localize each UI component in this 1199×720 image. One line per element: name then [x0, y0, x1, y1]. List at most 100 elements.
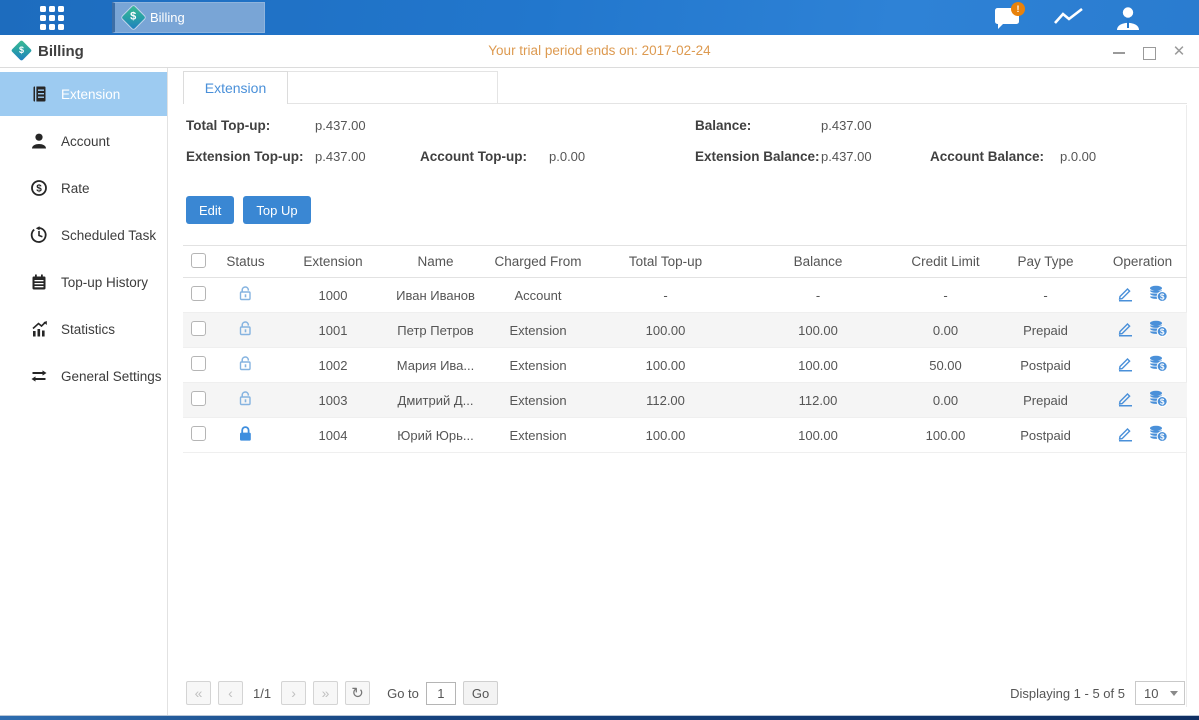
cell-charged-from: Extension	[483, 418, 593, 453]
select-all-checkbox[interactable]	[191, 253, 206, 268]
col-balance: Balance	[738, 246, 898, 278]
table-row: 1003Дмитрий Д...Extension112.00112.000.0…	[183, 383, 1187, 418]
col-credit-limit: Credit Limit	[898, 246, 993, 278]
billing-window: $ Billing Your trial period ends on: 201…	[0, 35, 1199, 716]
billing-summary: Total Top-up: p.437.00 Balance: p.437.00…	[183, 104, 1187, 189]
cell-name: Мария Ива...	[388, 348, 483, 383]
prev-page-button[interactable]: ‹	[218, 681, 243, 705]
topup-row-icon[interactable]: $	[1148, 355, 1168, 375]
monitor-chart-icon[interactable]	[1053, 5, 1087, 31]
goto-label: Go to	[387, 686, 419, 701]
col-charged-from: Charged From	[483, 246, 593, 278]
cell-credit-limit: 50.00	[898, 348, 993, 383]
account-topup-label: Account Top-up:	[420, 149, 527, 164]
pagination-bar: « ‹ 1/1 › » ↻ Go to Go Displaying 1 - 5 …	[183, 681, 1187, 707]
statistics-icon	[30, 320, 48, 338]
cell-pay-type: -	[993, 278, 1098, 313]
sidebar-item-statistics[interactable]: Statistics	[0, 307, 167, 351]
go-button[interactable]: Go	[463, 681, 498, 705]
extensions-table: Status Extension Name Charged From Total…	[183, 245, 1187, 453]
last-page-button[interactable]: »	[313, 681, 338, 705]
topup-row-icon[interactable]: $	[1148, 390, 1168, 410]
next-page-button[interactable]: ›	[281, 681, 306, 705]
minimize-button[interactable]	[1111, 44, 1127, 60]
cell-pay-type: Prepaid	[993, 313, 1098, 348]
topup-row-icon[interactable]: $	[1148, 320, 1168, 340]
cell-total-topup: 100.00	[593, 348, 738, 383]
cell-credit-limit: 100.00	[898, 418, 993, 453]
row-checkbox[interactable]	[191, 356, 206, 371]
svg-text:$: $	[1160, 292, 1165, 301]
cell-total-topup: 100.00	[593, 418, 738, 453]
refresh-icon[interactable]: ↻	[345, 681, 370, 705]
taskbar-tab-label: Billing	[150, 10, 185, 25]
chevron-down-icon	[1170, 691, 1178, 696]
sidebar-item-rate[interactable]: $ Rate	[0, 166, 167, 210]
billing-app-icon: $	[121, 5, 145, 29]
maximize-button[interactable]	[1141, 44, 1157, 60]
page-size-select[interactable]: 10	[1135, 681, 1185, 705]
close-button[interactable]: ✕	[1171, 44, 1187, 60]
row-checkbox[interactable]	[191, 426, 206, 441]
taskbar-tab-billing[interactable]: $ Billing	[112, 2, 265, 33]
account-topup-value: p.0.00	[549, 149, 585, 164]
edit-row-icon[interactable]	[1117, 390, 1134, 410]
topup-row-icon[interactable]: $	[1148, 425, 1168, 445]
cell-balance: 100.00	[738, 348, 898, 383]
trial-notice: Your trial period ends on: 2017-02-24	[0, 43, 1199, 58]
cell-balance: 100.00	[738, 418, 898, 453]
cell-extension: 1000	[278, 278, 388, 313]
app-grid-icon[interactable]	[40, 6, 66, 32]
cell-name: Петр Петров	[388, 313, 483, 348]
locked-status-icon	[237, 430, 254, 445]
extension-balance-value: p.437.00	[821, 149, 872, 164]
goto-page-input[interactable]	[426, 682, 456, 705]
col-name: Name	[388, 246, 483, 278]
edit-button[interactable]: Edit	[186, 196, 234, 224]
edit-row-icon[interactable]	[1117, 355, 1134, 375]
extension-topup-value: p.437.00	[315, 149, 366, 164]
col-status: Status	[213, 246, 278, 278]
cell-charged-from: Account	[483, 278, 593, 313]
row-checkbox[interactable]	[191, 321, 206, 336]
unlocked-status-icon	[237, 290, 254, 305]
cell-extension: 1003	[278, 383, 388, 418]
unlocked-status-icon	[237, 360, 254, 375]
cell-name: Иван Иванов	[388, 278, 483, 313]
unlocked-status-icon	[237, 325, 254, 340]
sidebar-item-general-settings[interactable]: General Settings	[0, 354, 167, 398]
dollar-coin-icon: $	[30, 179, 48, 197]
total-topup-value: p.437.00	[315, 118, 366, 133]
sidebar-item-account[interactable]: Account	[0, 119, 167, 163]
col-operation: Operation	[1098, 246, 1187, 278]
row-checkbox[interactable]	[191, 286, 206, 301]
sidebar-item-extension[interactable]: Extension	[0, 72, 167, 116]
cell-extension: 1001	[278, 313, 388, 348]
row-checkbox[interactable]	[191, 391, 206, 406]
top-up-button[interactable]: Top Up	[243, 196, 310, 224]
cell-total-topup: 100.00	[593, 313, 738, 348]
person-icon	[30, 132, 48, 150]
edit-row-icon[interactable]	[1117, 425, 1134, 445]
cell-credit-limit: 0.00	[898, 383, 993, 418]
cell-name: Дмитрий Д...	[388, 383, 483, 418]
sidebar-item-label: Statistics	[61, 322, 115, 337]
history-clock-icon	[30, 226, 48, 244]
sidebar-item-topup-history[interactable]: Top-up History	[0, 260, 167, 304]
messages-icon[interactable]: !	[993, 5, 1027, 31]
balance-value: p.437.00	[821, 118, 872, 133]
tab-extension[interactable]: Extension	[183, 71, 288, 104]
cell-charged-from: Extension	[483, 313, 593, 348]
first-page-button[interactable]: «	[186, 681, 211, 705]
edit-row-icon[interactable]	[1117, 320, 1134, 340]
cell-extension: 1002	[278, 348, 388, 383]
cell-total-topup: 112.00	[593, 383, 738, 418]
sidebar-item-label: Extension	[61, 87, 120, 102]
topup-row-icon[interactable]: $	[1148, 285, 1168, 305]
table-row: 1000Иван ИвановAccount----$	[183, 278, 1187, 313]
edit-row-icon[interactable]	[1117, 285, 1134, 305]
sidebar-item-scheduled-task[interactable]: Scheduled Task	[0, 213, 167, 257]
user-account-icon[interactable]	[1113, 5, 1147, 31]
svg-text:$: $	[1160, 397, 1165, 406]
cell-pay-type: Postpaid	[993, 418, 1098, 453]
